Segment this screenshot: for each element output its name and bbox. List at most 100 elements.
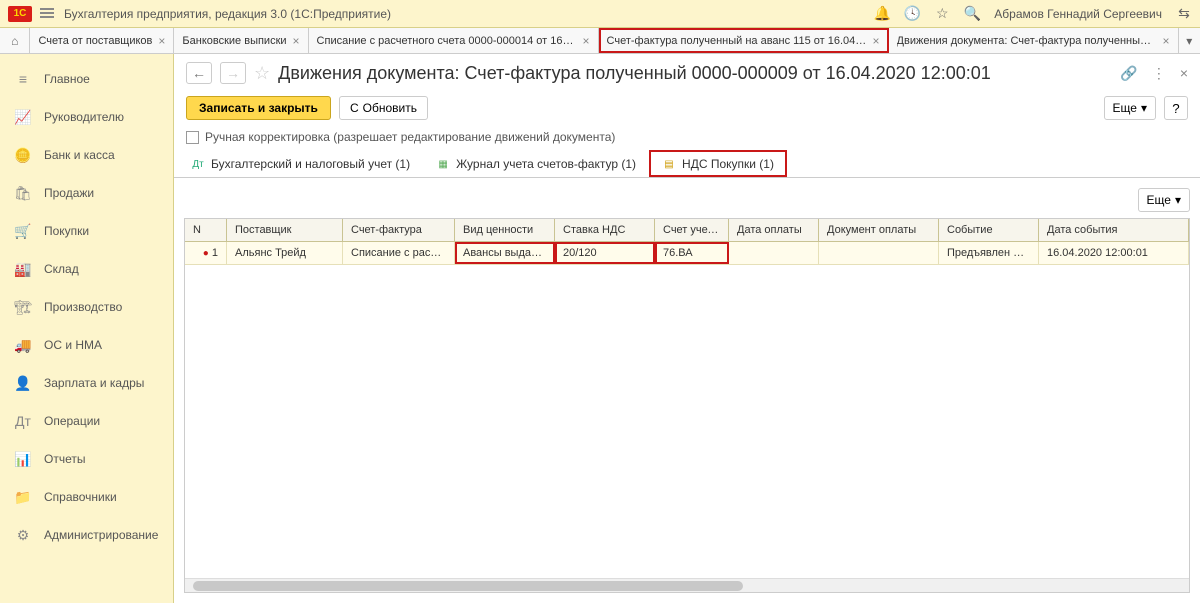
sidebar-item-reports[interactable]: 📊Отчеты [0, 440, 173, 478]
home-tab[interactable]: ⌂ [0, 28, 30, 53]
inner-tab-label: НДС Покупки (1) [682, 157, 774, 171]
table-header: N Поставщик Счет-фактура Вид ценности Ст… [185, 219, 1189, 242]
star-icon[interactable]: ☆ [934, 6, 950, 22]
tab-label: Счет-фактура полученный на аванс 115 от … [607, 35, 867, 47]
sidebar-item-purchases[interactable]: 🛒 Покупки [0, 212, 173, 250]
manual-correction-checkbox[interactable] [186, 131, 199, 144]
refresh-label: Обновить [363, 101, 417, 115]
sidebar-item-directories[interactable]: 📁Справочники [0, 478, 173, 516]
gear-icon: ⚙ [14, 526, 32, 544]
sidebar-item-label: Покупки [44, 224, 89, 238]
close-icon[interactable]: × [1180, 65, 1188, 81]
logo-1c: 1C [8, 6, 32, 22]
th-event[interactable]: Событие [939, 219, 1039, 241]
sidebar-item-production[interactable]: 🏗Производство [0, 288, 173, 326]
tabbar: ⌂ Счета от поставщиков × Банковские выпи… [0, 28, 1200, 54]
bell-icon[interactable]: 🔔 [874, 6, 890, 22]
more-icon[interactable]: ⋮ [1152, 65, 1166, 82]
tab-writeoff[interactable]: Списание с расчетного счета 0000-000014 … [309, 28, 599, 53]
horizontal-scrollbar[interactable] [185, 578, 1189, 592]
cell-n: ● 1 [185, 242, 227, 264]
menu-hamburger-icon[interactable] [40, 6, 56, 22]
history-icon[interactable]: 🕓 [904, 6, 920, 22]
sidebar-item-label: Администрирование [44, 528, 158, 542]
inner-tab-accounting[interactable]: ДтБухгалтерский и налоговый учет (1) [178, 150, 423, 177]
truck-icon: 🚚 [14, 336, 32, 354]
close-icon[interactable]: × [293, 34, 300, 48]
save-close-button[interactable]: Записать и закрыть [186, 96, 331, 120]
link-icon[interactable]: 🔗 [1120, 65, 1137, 82]
th-paydoc[interactable]: Документ оплаты [819, 219, 939, 241]
th-valtype[interactable]: Вид ценности [455, 219, 555, 241]
th-account[interactable]: Счет учет... [655, 219, 729, 241]
help-button[interactable]: ? [1164, 96, 1188, 120]
page-header: ← → ☆ Движения документа: Счет-фактура п… [174, 54, 1200, 92]
sidebar-item-label: Операции [44, 414, 100, 428]
sidebar-item-operations[interactable]: ДтОперации [0, 402, 173, 440]
main-area: ← → ☆ Движения документа: Счет-фактура п… [174, 54, 1200, 603]
table-more-button[interactable]: Еще▾ [1138, 188, 1190, 212]
sidebar-item-label: ОС и НМА [44, 338, 102, 352]
th-n[interactable]: N [185, 219, 227, 241]
inner-tab-label: Журнал учета счетов-фактур (1) [456, 157, 636, 171]
more-button[interactable]: Еще▾ [1104, 96, 1156, 120]
sidebar-item-label: Банк и касса [44, 148, 115, 162]
favorite-button[interactable]: ☆ [254, 63, 270, 84]
close-icon[interactable]: × [583, 34, 590, 48]
sidebar-item-label: Отчеты [44, 452, 85, 466]
th-vat[interactable]: Ставка НДС [555, 219, 655, 241]
cell-supplier: Альянс Трейд [227, 242, 343, 264]
coin-icon: 🪙 [14, 146, 32, 164]
sidebar-item-main[interactable]: ≡Главное [0, 60, 173, 98]
th-invoice[interactable]: Счет-фактура [343, 219, 455, 241]
sidebar-item-label: Склад [44, 262, 79, 276]
close-icon[interactable]: × [158, 34, 165, 48]
cell-vat: 20/120 [555, 242, 655, 264]
cell-eventdate: 16.04.2020 12:00:01 [1039, 242, 1189, 264]
sidebar-item-bank[interactable]: 🪙 Банк и касса [0, 136, 173, 174]
inner-tab-vat-purchases[interactable]: ▤ НДС Покупки (1) [649, 150, 787, 177]
sidebar-item-sales[interactable]: 🛍Продажи [0, 174, 173, 212]
inner-tab-journal[interactable]: ▦Журнал учета счетов-фактур (1) [423, 150, 649, 177]
th-paydate[interactable]: Дата оплаты [729, 219, 819, 241]
manual-correction-row: Ручная корректировка (разрешает редактир… [174, 124, 1200, 150]
th-supplier[interactable]: Поставщик [227, 219, 343, 241]
sidebar-item-admin[interactable]: ⚙ Администрирование [0, 516, 173, 554]
tab-document-movements[interactable]: Движения документа: Счет-фактура получен… [889, 28, 1179, 53]
warehouse-icon: 🏭 [14, 260, 32, 278]
collapse-icon[interactable]: ⇆ [1176, 6, 1192, 22]
tabs-dropdown[interactable]: ▾ [1179, 28, 1200, 53]
more-label: Еще [1147, 193, 1171, 207]
sidebar-item-warehouse[interactable]: 🏭 Склад [0, 250, 173, 288]
sidebar-item-salary[interactable]: 👤Зарплата и кадры [0, 364, 173, 402]
refresh-button[interactable]: СОбновить [339, 96, 428, 120]
command-bar: Записать и закрыть СОбновить Еще▾ ? [174, 92, 1200, 124]
close-icon[interactable]: × [1163, 34, 1170, 48]
th-eventdate[interactable]: Дата события [1039, 219, 1189, 241]
user-name[interactable]: Абрамов Геннадий Сергеевич [994, 7, 1162, 21]
cell-valtype: Авансы выдан... [455, 242, 555, 264]
cell-invoice: Списание с расче... [343, 242, 455, 264]
inner-tabs: ДтБухгалтерский и налоговый учет (1) ▦Жу… [174, 150, 1200, 178]
sidebar-item-assets[interactable]: 🚚 ОС и НМА [0, 326, 173, 364]
titlebar-actions: 🔔 🕓 ☆ 🔍 Абрамов Геннадий Сергеевич ⇆ [874, 6, 1192, 22]
list-icon: ≡ [14, 70, 32, 88]
cart-icon: 🛒 [14, 222, 32, 240]
sheet-icon: ▤ [662, 157, 676, 171]
tab-suppliers[interactable]: Счета от поставщиков × [30, 28, 174, 53]
forward-button[interactable]: → [220, 62, 246, 84]
sidebar-item-label: Зарплата и кадры [44, 376, 144, 390]
sidebar-item-label: Производство [44, 300, 122, 314]
back-button[interactable]: ← [186, 62, 212, 84]
vat-table: N Поставщик Счет-фактура Вид ценности Ст… [184, 218, 1190, 593]
chart-icon: 📈 [14, 108, 32, 126]
table-row[interactable]: ● 1 Альянс Трейд Списание с расче... Ава… [185, 242, 1189, 265]
tab-invoice-advance[interactable]: Счет-фактура полученный на аванс 115 от … [599, 28, 889, 53]
search-icon[interactable]: 🔍 [964, 6, 980, 22]
titlebar: 1C Бухгалтерия предприятия, редакция 3.0… [0, 0, 1200, 28]
manual-correction-label: Ручная корректировка (разрешает редактир… [205, 130, 615, 144]
tab-bank-statements[interactable]: Банковские выписки × [174, 28, 308, 53]
sidebar-item-manager[interactable]: 📈Руководителю [0, 98, 173, 136]
scrollbar-thumb[interactable] [193, 581, 743, 591]
close-icon[interactable]: × [873, 34, 880, 48]
